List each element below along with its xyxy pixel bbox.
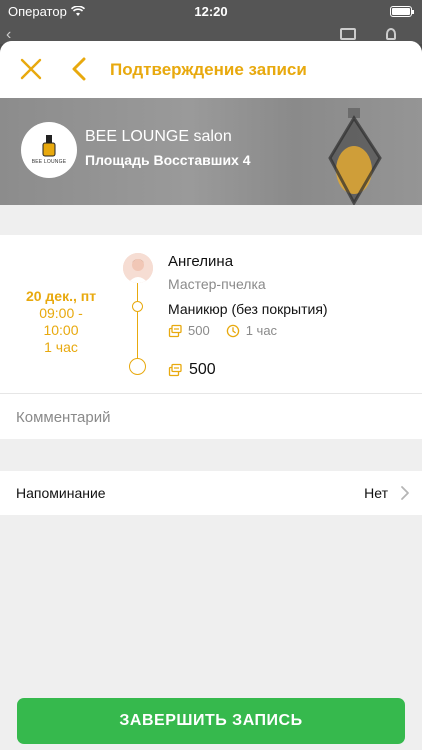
battery-icon (390, 6, 414, 17)
background-list-icon (340, 28, 356, 40)
comment-row (0, 393, 422, 440)
master-avatar (123, 253, 153, 283)
status-bar: Оператор 12:20 (0, 0, 422, 24)
page-title: Подтверждение записи (110, 60, 307, 79)
salon-logo-text: BEE LOUNGE (31, 159, 67, 165)
comment-input[interactable] (16, 394, 406, 440)
price-icon (168, 324, 182, 337)
timeline-total-dot (129, 358, 146, 375)
master-name: Ангелина (168, 253, 234, 270)
salon-banner: BEE LOUNGE BEE LOUNGE salon Площадь Восс… (0, 98, 422, 205)
clock-icon (226, 324, 239, 337)
chevron-right-icon (401, 486, 409, 500)
appointment-time-end: 10:00 (43, 322, 79, 338)
master-role: Мастер-пчелка (168, 276, 266, 292)
sheet-header: Подтверждение записи (0, 41, 422, 98)
status-time: 12:20 (194, 4, 228, 19)
close-icon[interactable] (20, 58, 42, 80)
total-price-value: 500 (189, 361, 216, 378)
reminder-value: Нет (364, 485, 388, 501)
total-price: 500 (168, 361, 216, 379)
background-pin-icon (386, 28, 396, 40)
timeline-line (137, 283, 138, 365)
salon-name: BEE LOUNGE salon (85, 128, 232, 145)
finish-booking-button[interactable]: ЗАВЕРШИТЬ ЗАПИСЬ (17, 698, 405, 744)
nail-polish-icon (42, 135, 56, 157)
confirmation-sheet: Подтверждение записи BEE LOUNGE BEE LOUN… (0, 41, 422, 750)
appointment-datetime: 20 дек., пт 09:00 - 10:00 1 час (0, 288, 122, 356)
timeline-service-dot (132, 301, 143, 312)
master-photo (123, 253, 153, 283)
appointment-time-start: 09:00 - (39, 305, 83, 321)
reminder-row[interactable]: Напоминание Нет (0, 471, 422, 515)
service-meta: 500 1 час (168, 323, 277, 338)
appointment-date: 20 дек., пт (25, 288, 97, 304)
salon-address: Площадь Восставших 4 (85, 152, 251, 168)
appointment-card: 20 дек., пт 09:00 - 10:00 1 час Ангелина… (0, 235, 422, 393)
service-price: 500 (188, 323, 210, 338)
total-price-icon (168, 363, 182, 377)
reminder-label: Напоминание (16, 485, 106, 501)
salon-logo: BEE LOUNGE (21, 122, 77, 178)
back-chevron-icon[interactable] (70, 57, 88, 81)
service-duration: 1 час (245, 323, 278, 338)
appointment-duration: 1 час (44, 339, 78, 355)
service-name: Маникюр (без покрытия) (168, 301, 328, 317)
lamp-illustration (328, 108, 382, 205)
